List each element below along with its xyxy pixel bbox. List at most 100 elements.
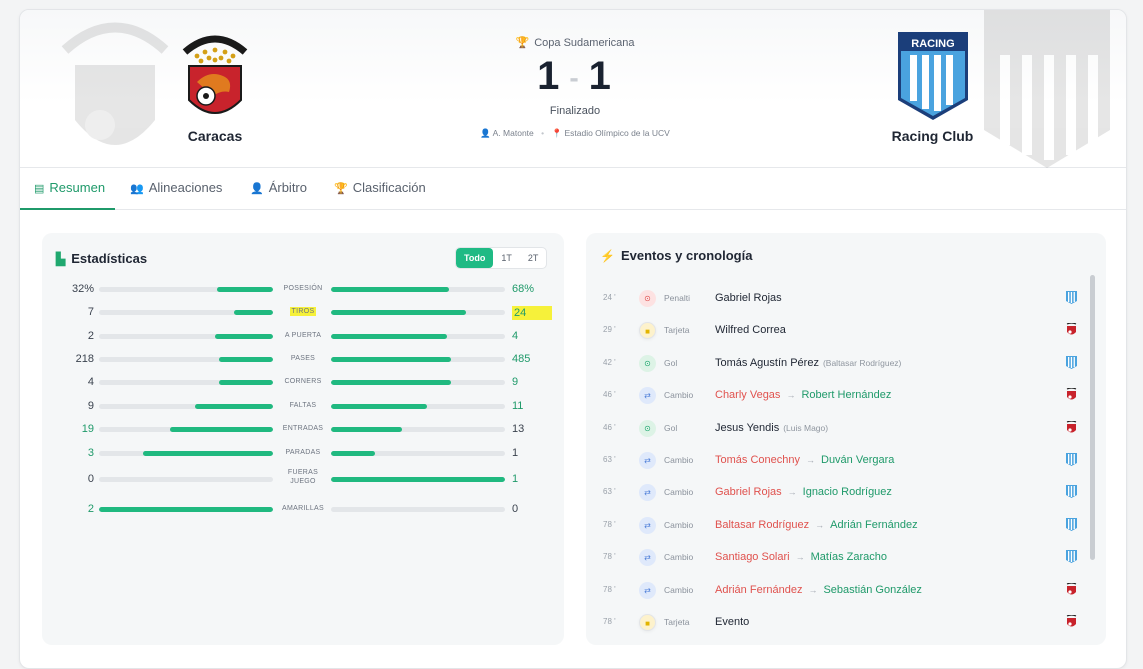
filter-1t[interactable]: 1T bbox=[493, 248, 520, 268]
stat-home-value: 3 bbox=[87, 447, 94, 459]
chart-icon: ▙ bbox=[56, 252, 66, 266]
player-out[interactable]: Santiago Solari bbox=[715, 551, 790, 563]
tab-bar: ▤ Resumen 👥 Alineaciones 👤 Árbitro 🏆 Clasifi… bbox=[20, 168, 1126, 210]
stat-row: 2 AMARILLAS 0 bbox=[42, 500, 564, 520]
away-team-name: Racing Club bbox=[891, 128, 974, 144]
caracas-mini-crest-icon bbox=[1066, 614, 1077, 627]
stat-away-bar bbox=[331, 380, 505, 385]
event-row[interactable]: 24 ' ⊙ Penalti Gabriel Rojas bbox=[596, 283, 1092, 315]
stat-row: 2 A PUERTA 4 bbox=[42, 327, 564, 347]
event-description: Jesus Yendis (Luis Mago) bbox=[715, 422, 828, 434]
substitution-icon: ⇄ bbox=[639, 452, 656, 469]
stat-away-fill bbox=[331, 287, 450, 292]
player-in[interactable]: Ignacio Rodríguez bbox=[803, 486, 892, 498]
player-name[interactable]: Gabriel Rojas bbox=[715, 292, 782, 304]
event-type: Tarjeta bbox=[664, 325, 690, 336]
event-row[interactable]: 29 ' ■ Tarjeta Wilfred Correa bbox=[596, 315, 1092, 347]
event-row[interactable]: 46 ' ⇄ Cambio Charly Vegas → Robert Hernández bbox=[596, 380, 1092, 412]
event-minute: 29 ' bbox=[603, 325, 616, 335]
event-row[interactable]: 46 ' ⊙ Gol Jesus Yendis (Luis Mago) bbox=[596, 413, 1092, 445]
racing-watermark-icon bbox=[984, 10, 1110, 168]
event-team-badge[interactable] bbox=[1066, 581, 1077, 601]
event-team-badge[interactable] bbox=[1066, 291, 1077, 309]
stat-home-bar bbox=[99, 310, 273, 315]
away-team[interactable]: RACING Racing Club bbox=[885, 30, 980, 144]
event-team-badge[interactable] bbox=[1066, 485, 1077, 503]
player-in[interactable]: Matías Zaracho bbox=[811, 551, 887, 563]
event-team-badge[interactable] bbox=[1066, 453, 1077, 471]
arrow-right-icon: → bbox=[815, 519, 825, 530]
filter-todo[interactable]: Todo bbox=[456, 248, 494, 268]
stat-label-text: POSESIÓN bbox=[283, 285, 323, 292]
tab-alineaciones[interactable]: 👥 Alineaciones bbox=[130, 168, 222, 210]
player-name[interactable]: Wilfred Correa bbox=[715, 324, 786, 336]
event-type: Cambio bbox=[664, 455, 694, 465]
player-out[interactable]: Charly Vegas bbox=[715, 389, 780, 401]
stat-label-text: A PUERTA bbox=[284, 332, 322, 339]
player-out[interactable]: Gabriel Rojas bbox=[715, 486, 782, 498]
stadium-name[interactable]: Estadio Olímpico de la UCV bbox=[564, 128, 669, 138]
stat-home-fill bbox=[99, 507, 273, 512]
event-team-badge[interactable] bbox=[1066, 355, 1077, 374]
tab-arbitro[interactable]: 👤 Árbitro bbox=[250, 168, 307, 210]
arrow-right-icon: → bbox=[795, 552, 805, 563]
stat-home-value: 4 bbox=[87, 376, 94, 388]
event-row[interactable]: 78 ' ⇄ Cambio Baltasar Rodríguez → Adrián Fer… bbox=[596, 510, 1092, 542]
competition[interactable]: 🏆 Copa Sudamericana bbox=[500, 36, 650, 49]
stat-away-bar bbox=[331, 451, 505, 456]
event-team-badge[interactable] bbox=[1066, 419, 1077, 439]
player-in[interactable]: Adrián Fernández bbox=[830, 519, 917, 531]
event-minute: 78 ' bbox=[603, 519, 616, 529]
event-description: Evento bbox=[715, 616, 749, 628]
event-team-badge[interactable] bbox=[1066, 517, 1077, 536]
racing-mini-crest-icon bbox=[1066, 453, 1077, 466]
home-team[interactable]: Caracas bbox=[170, 30, 260, 144]
goal-icon: ⊙ bbox=[639, 354, 656, 372]
stat-home-fill bbox=[219, 357, 273, 362]
match-header: Caracas 🏆 Copa Sudamericana 1-1 Finaliza… bbox=[20, 10, 1126, 168]
stat-label: FALTAS bbox=[278, 401, 328, 410]
player-in[interactable]: Sebastián González bbox=[823, 584, 921, 596]
stat-away-bar bbox=[331, 427, 505, 432]
event-team-badge[interactable] bbox=[1066, 614, 1077, 633]
event-team-badge[interactable] bbox=[1066, 550, 1077, 568]
event-type: Cambio bbox=[664, 584, 694, 595]
event-team-badge[interactable] bbox=[1066, 322, 1077, 341]
player-name[interactable]: Evento bbox=[715, 616, 749, 628]
player-name[interactable]: Jesus Yendis bbox=[715, 422, 779, 434]
away-score: 1 bbox=[588, 54, 613, 98]
player-out[interactable]: Baltasar Rodríguez bbox=[715, 519, 809, 531]
substitution-icon: ⇄ bbox=[639, 387, 656, 405]
events-scrollbar[interactable] bbox=[1090, 275, 1095, 560]
stat-away-fill bbox=[331, 357, 452, 362]
stat-away-bar bbox=[331, 357, 505, 362]
event-row[interactable]: 78 ' ⇄ Cambio Santiago Solari → Matías Zarach… bbox=[596, 542, 1092, 574]
event-type: Tarjeta bbox=[664, 617, 690, 627]
event-row[interactable]: 63 ' ⇄ Cambio Gabriel Rojas → Ignacio Rodrígu… bbox=[596, 477, 1092, 509]
substitution-icon: ⇄ bbox=[639, 549, 656, 567]
player-in[interactable]: Robert Hernández bbox=[801, 389, 891, 401]
racing-mini-crest-icon bbox=[1066, 485, 1077, 499]
player-name[interactable]: Tomás Agustín Pérez bbox=[715, 357, 819, 369]
stat-label-text: AMARILLAS bbox=[282, 505, 324, 512]
stat-away-value: 11 bbox=[512, 400, 524, 412]
event-team-badge[interactable] bbox=[1066, 387, 1077, 406]
player-out[interactable]: Tomás Conechny bbox=[715, 454, 800, 466]
substitution-icon: ⇄ bbox=[639, 581, 656, 599]
event-row[interactable]: 78 ' ■ Tarjeta Evento bbox=[596, 607, 1092, 639]
event-row[interactable]: 63 ' ⇄ Cambio Tomás Conechny → Duván Vergara bbox=[596, 445, 1092, 477]
player-out[interactable]: Adrián Fernández bbox=[715, 584, 802, 596]
tab-clasificacion[interactable]: 🏆 Clasificación bbox=[334, 168, 426, 210]
event-row[interactable]: 78 ' ⇄ Cambio Adrián Fernández → Sebastián Go… bbox=[596, 575, 1092, 607]
stat-label-text: FALTAS bbox=[289, 402, 317, 409]
event-row[interactable]: 42 ' ⊙ Gol Tomás Agustín Pérez (Baltasar Rod… bbox=[596, 348, 1092, 380]
event-type: Cambio bbox=[664, 390, 694, 401]
filter-2t[interactable]: 2T bbox=[520, 248, 547, 268]
stat-home-bar bbox=[99, 507, 273, 512]
tab-resumen[interactable]: ▤ Resumen bbox=[20, 168, 115, 210]
referee-name[interactable]: A. Matonte bbox=[493, 128, 534, 138]
arrow-right-icon: → bbox=[786, 390, 796, 401]
stat-away-value: 68% bbox=[512, 283, 535, 295]
match-status: Finalizado bbox=[549, 105, 601, 117]
player-in[interactable]: Duván Vergara bbox=[821, 454, 894, 466]
